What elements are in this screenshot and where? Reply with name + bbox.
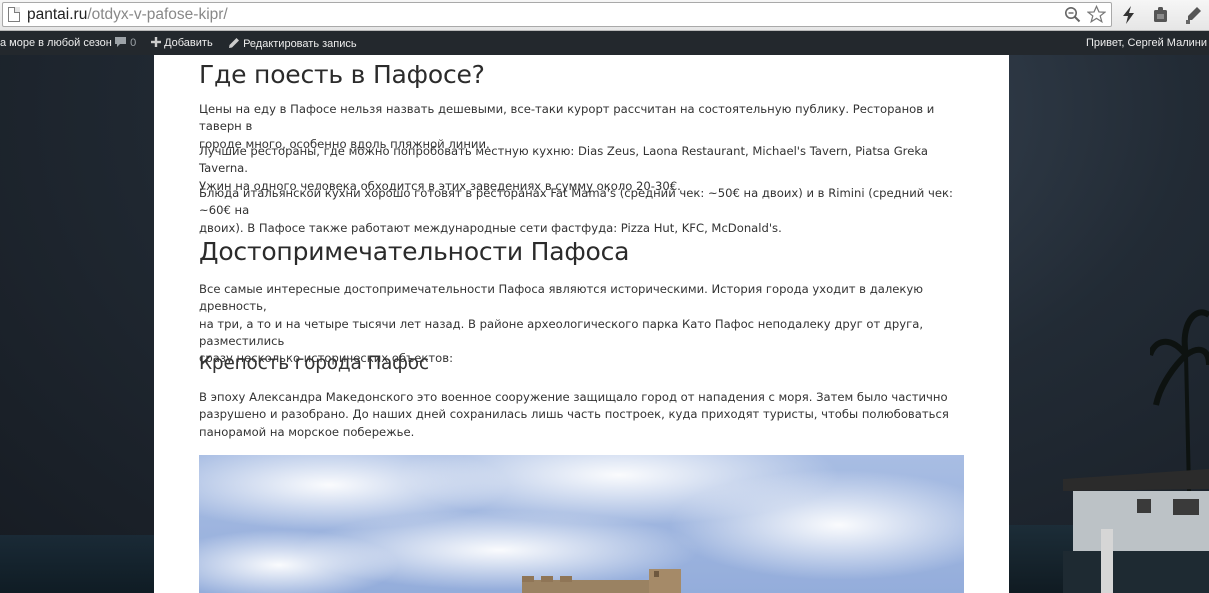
- sky-and-fortress-image: [199, 455, 964, 593]
- browser-toolbar: pantai.ru/otdyx-v-pafose-kipr/: [0, 0, 1209, 31]
- heading-food: Где поесть в Пафосе?: [199, 60, 485, 89]
- bookmark-star-icon[interactable]: [1087, 5, 1106, 24]
- lightning-extension-icon[interactable]: [1119, 5, 1139, 25]
- text-line: Все самые интересные достопримечательнос…: [199, 282, 923, 314]
- text-line: В эпоху Александра Македонского это воен…: [199, 390, 948, 404]
- text-line: Лучшие рестораны, где можно попробовать …: [199, 144, 928, 176]
- url-path: /otdyx-v-pafose-kipr/: [87, 6, 228, 23]
- text-line: Цены на еду в Пафосе нельзя назвать деше…: [199, 102, 935, 134]
- comments-link[interactable]: 0: [114, 36, 136, 49]
- paragraph-fortress: В эпоху Александра Македонского это воен…: [199, 389, 949, 441]
- heading-sights: Достопримечательности Пафоса: [199, 237, 630, 266]
- text-line: Блюда итальянской кухни хорошо готовят в…: [199, 186, 953, 218]
- comment-bubble-icon: [115, 37, 126, 47]
- beach-house: [1063, 469, 1209, 593]
- fortress-photo[interactable]: [199, 455, 964, 593]
- heading-fortress: Крепость города Пафос: [199, 353, 429, 374]
- add-new-label: Добавить: [164, 37, 213, 49]
- zoom-icon[interactable]: [1064, 6, 1081, 23]
- edit-post-label: Редактировать запись: [243, 38, 357, 50]
- site-name-link[interactable]: а море в любой сезон: [0, 37, 112, 49]
- sea-left: [0, 535, 155, 593]
- url-host: pantai.ru: [27, 6, 88, 23]
- edit-post-link[interactable]: Редактировать запись: [228, 37, 357, 50]
- url-text[interactable]: pantai.ru/otdyx-v-pafose-kipr/: [27, 6, 228, 24]
- text-line: двоих). В Пафосе также работают междунар…: [199, 220, 782, 235]
- paragraph-food-3: Блюда итальянской кухни хорошо готовят в…: [199, 185, 964, 237]
- wp-admin-bar: а море в любой сезон 0 Добавить Редактир…: [0, 31, 1209, 55]
- text-line: разрушено и разобрано. До наших дней сох…: [199, 407, 949, 422]
- plus-icon: [151, 37, 161, 47]
- text-line: на три, а то и на четыре тысячи лет наза…: [199, 316, 924, 348]
- puzzle-extension-icon[interactable]: [1151, 5, 1171, 25]
- pencil-icon: [229, 38, 239, 48]
- comments-count: 0: [130, 37, 137, 49]
- add-new-link[interactable]: Добавить: [151, 37, 213, 49]
- text-line: панорамой на морское побережье.: [199, 424, 415, 439]
- article-content: Где поесть в Пафосе? Цены на еду в Пафос…: [154, 55, 1009, 593]
- tools-extension-icon[interactable]: [1183, 5, 1203, 25]
- address-bar[interactable]: pantai.ru/otdyx-v-pafose-kipr/: [2, 2, 1112, 27]
- page-icon: [8, 7, 20, 22]
- user-greeting[interactable]: Привет, Сергей Малини: [1086, 37, 1207, 49]
